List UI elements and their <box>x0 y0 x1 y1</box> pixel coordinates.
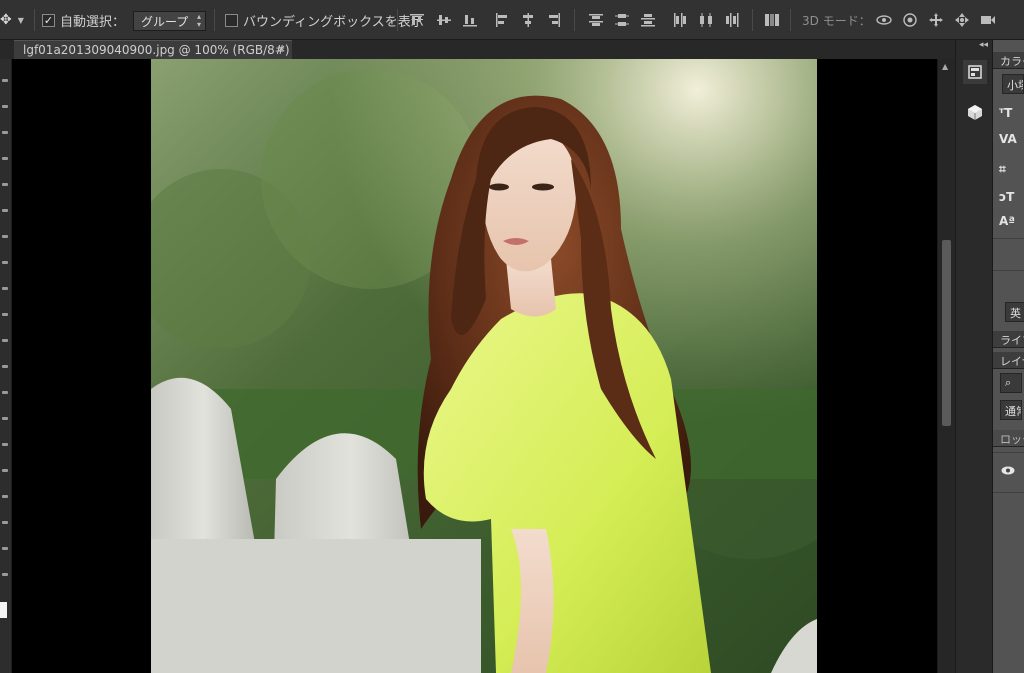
move-tool-icon: ✥ <box>0 12 12 28</box>
tool-button[interactable] <box>2 573 8 576</box>
tool-button[interactable] <box>2 235 8 238</box>
tool-button[interactable] <box>2 547 8 550</box>
photoshop-window: ✥ ▼ ✓ 自動選択： グループ ▴ ▾ バウンディングボックスを表示 3D モ… <box>0 0 1024 673</box>
roll-3d-icon[interactable] <box>902 12 918 28</box>
tool-button[interactable] <box>2 79 8 82</box>
cube-icon <box>968 105 982 120</box>
divider <box>993 492 1024 493</box>
distribute-vertical-centers-icon[interactable] <box>614 12 630 28</box>
scale-3d-icon[interactable] <box>980 12 996 28</box>
baseline-shift-icon: Aª <box>999 214 1016 228</box>
document-canvas[interactable] <box>12 59 937 673</box>
align-top-edges-icon[interactable] <box>409 12 425 28</box>
align-bottom-edges-icon[interactable] <box>462 12 478 28</box>
lock-label: ロック <box>993 430 1024 447</box>
divider <box>993 452 1024 453</box>
toolbar-divider <box>574 9 575 31</box>
tool-button[interactable] <box>2 495 8 498</box>
tool-button[interactable] <box>2 313 8 316</box>
options-bar: ✥ ▼ ✓ 自動選択： グループ ▴ ▾ バウンディングボックスを表示 3D モ… <box>0 0 1024 40</box>
language-field[interactable]: 英 <box>1005 302 1024 322</box>
vertical-scrollbar[interactable]: ▲ <box>937 59 955 673</box>
checkbox-unchecked-icon <box>225 13 238 27</box>
properties-panel-button[interactable] <box>963 60 987 84</box>
chevron-down-icon: ▼ <box>17 15 24 25</box>
foreground-color-swatch[interactable] <box>0 602 7 618</box>
scale-icon: ⌗ <box>999 162 1006 176</box>
tool-button[interactable] <box>2 287 8 290</box>
auto-select-target-value: グループ <box>141 15 189 29</box>
tool-button[interactable] <box>2 183 8 186</box>
auto-align-layers-icon[interactable] <box>764 12 780 28</box>
document-tab-title: lgf01a201309040900.jpg @ 100% (RGB/8#) <box>23 43 290 57</box>
distribute-bottom-edges-icon[interactable] <box>640 12 656 28</box>
auto-select-label: 自動選択： <box>60 14 126 30</box>
tool-button[interactable] <box>2 365 8 368</box>
font-size-icon: ᵀT <box>999 106 1013 120</box>
tool-button[interactable] <box>2 131 8 134</box>
vertical-scale-icon: ↄT <box>999 190 1015 204</box>
slide-3d-icon[interactable] <box>954 12 970 28</box>
right-panels: カラー 小塚 ᵀT VA ⌗ ↄT Aª 英 ライブ レイヤ ⌕ 通常 ロック <box>993 40 1024 673</box>
align-vertical-centers-icon[interactable] <box>436 12 452 28</box>
kerning-icon: VA <box>999 132 1017 146</box>
toolbar-divider <box>397 9 398 31</box>
checkbox-checked-icon: ✓ <box>42 13 55 27</box>
align-left-edges-icon[interactable] <box>494 12 510 28</box>
toolbar-divider <box>752 9 753 31</box>
close-icon[interactable]: × <box>277 42 286 55</box>
tool-button[interactable] <box>2 391 8 394</box>
distribute-right-edges-icon[interactable] <box>724 12 740 28</box>
collapse-panels-icon[interactable]: ◂◂ <box>979 40 988 50</box>
photo-illustration <box>151 59 817 673</box>
toolbar-divider <box>34 9 35 31</box>
toolbar-divider <box>790 9 791 31</box>
photo-image <box>151 59 817 673</box>
tool-button[interactable] <box>2 443 8 446</box>
orbit-3d-icon[interactable] <box>876 12 892 28</box>
layer-properties-icon <box>968 65 982 79</box>
distribute-left-edges-icon[interactable] <box>672 12 688 28</box>
show-bounding-box-checkbox[interactable]: バウンディングボックスを表示 <box>225 0 424 40</box>
move-tool-preset[interactable]: ✥ ▼ <box>0 0 24 40</box>
document-tab-bar: lgf01a201309040900.jpg @ 100% (RGB/8#) × <box>0 40 955 59</box>
tool-button[interactable] <box>2 209 8 212</box>
layer-search-field[interactable]: ⌕ <box>1000 373 1022 393</box>
search-icon: ⌕ <box>1005 376 1012 389</box>
tool-button[interactable] <box>2 157 8 160</box>
auto-select-checkbox[interactable]: ✓ 自動選択： <box>42 0 125 40</box>
tool-button[interactable] <box>2 105 8 108</box>
divider <box>993 238 1024 239</box>
scrollbar-thumb[interactable] <box>942 240 951 426</box>
libraries-panel-tab[interactable]: ライブ <box>993 331 1024 348</box>
blend-mode-dropdown[interactable]: 通常 <box>1000 400 1022 420</box>
mode-3d-label: 3D モード： <box>802 13 871 28</box>
dropdown-arrows-icon: ▴ ▾ <box>196 12 201 29</box>
font-family-field[interactable]: 小塚 <box>1002 74 1024 94</box>
3d-panel-button[interactable] <box>963 100 987 124</box>
auto-select-target-dropdown[interactable]: グループ ▴ ▾ <box>133 11 206 31</box>
tool-button[interactable] <box>2 469 8 472</box>
tools-panel <box>0 59 12 673</box>
scroll-up-arrow-icon[interactable]: ▲ <box>942 62 948 71</box>
layer-visibility-eye-icon[interactable] <box>1001 466 1015 475</box>
color-panel-tab[interactable]: カラー <box>993 52 1024 69</box>
align-horizontal-centers-icon[interactable] <box>520 12 536 28</box>
align-right-edges-icon[interactable] <box>546 12 562 28</box>
tool-button[interactable] <box>2 521 8 524</box>
tool-button[interactable] <box>2 261 8 264</box>
distribute-horizontal-centers-icon[interactable] <box>698 12 714 28</box>
distribute-top-edges-icon[interactable] <box>588 12 604 28</box>
layers-panel-tab[interactable]: レイヤ <box>993 352 1024 369</box>
toolbar-divider <box>214 9 215 31</box>
tool-button[interactable] <box>2 417 8 420</box>
pan-3d-icon[interactable] <box>928 12 944 28</box>
tool-button[interactable] <box>2 339 8 342</box>
divider <box>993 270 1024 271</box>
panel-dock: ◂◂ <box>955 40 993 673</box>
document-tab[interactable]: lgf01a201309040900.jpg @ 100% (RGB/8#) × <box>14 40 292 59</box>
